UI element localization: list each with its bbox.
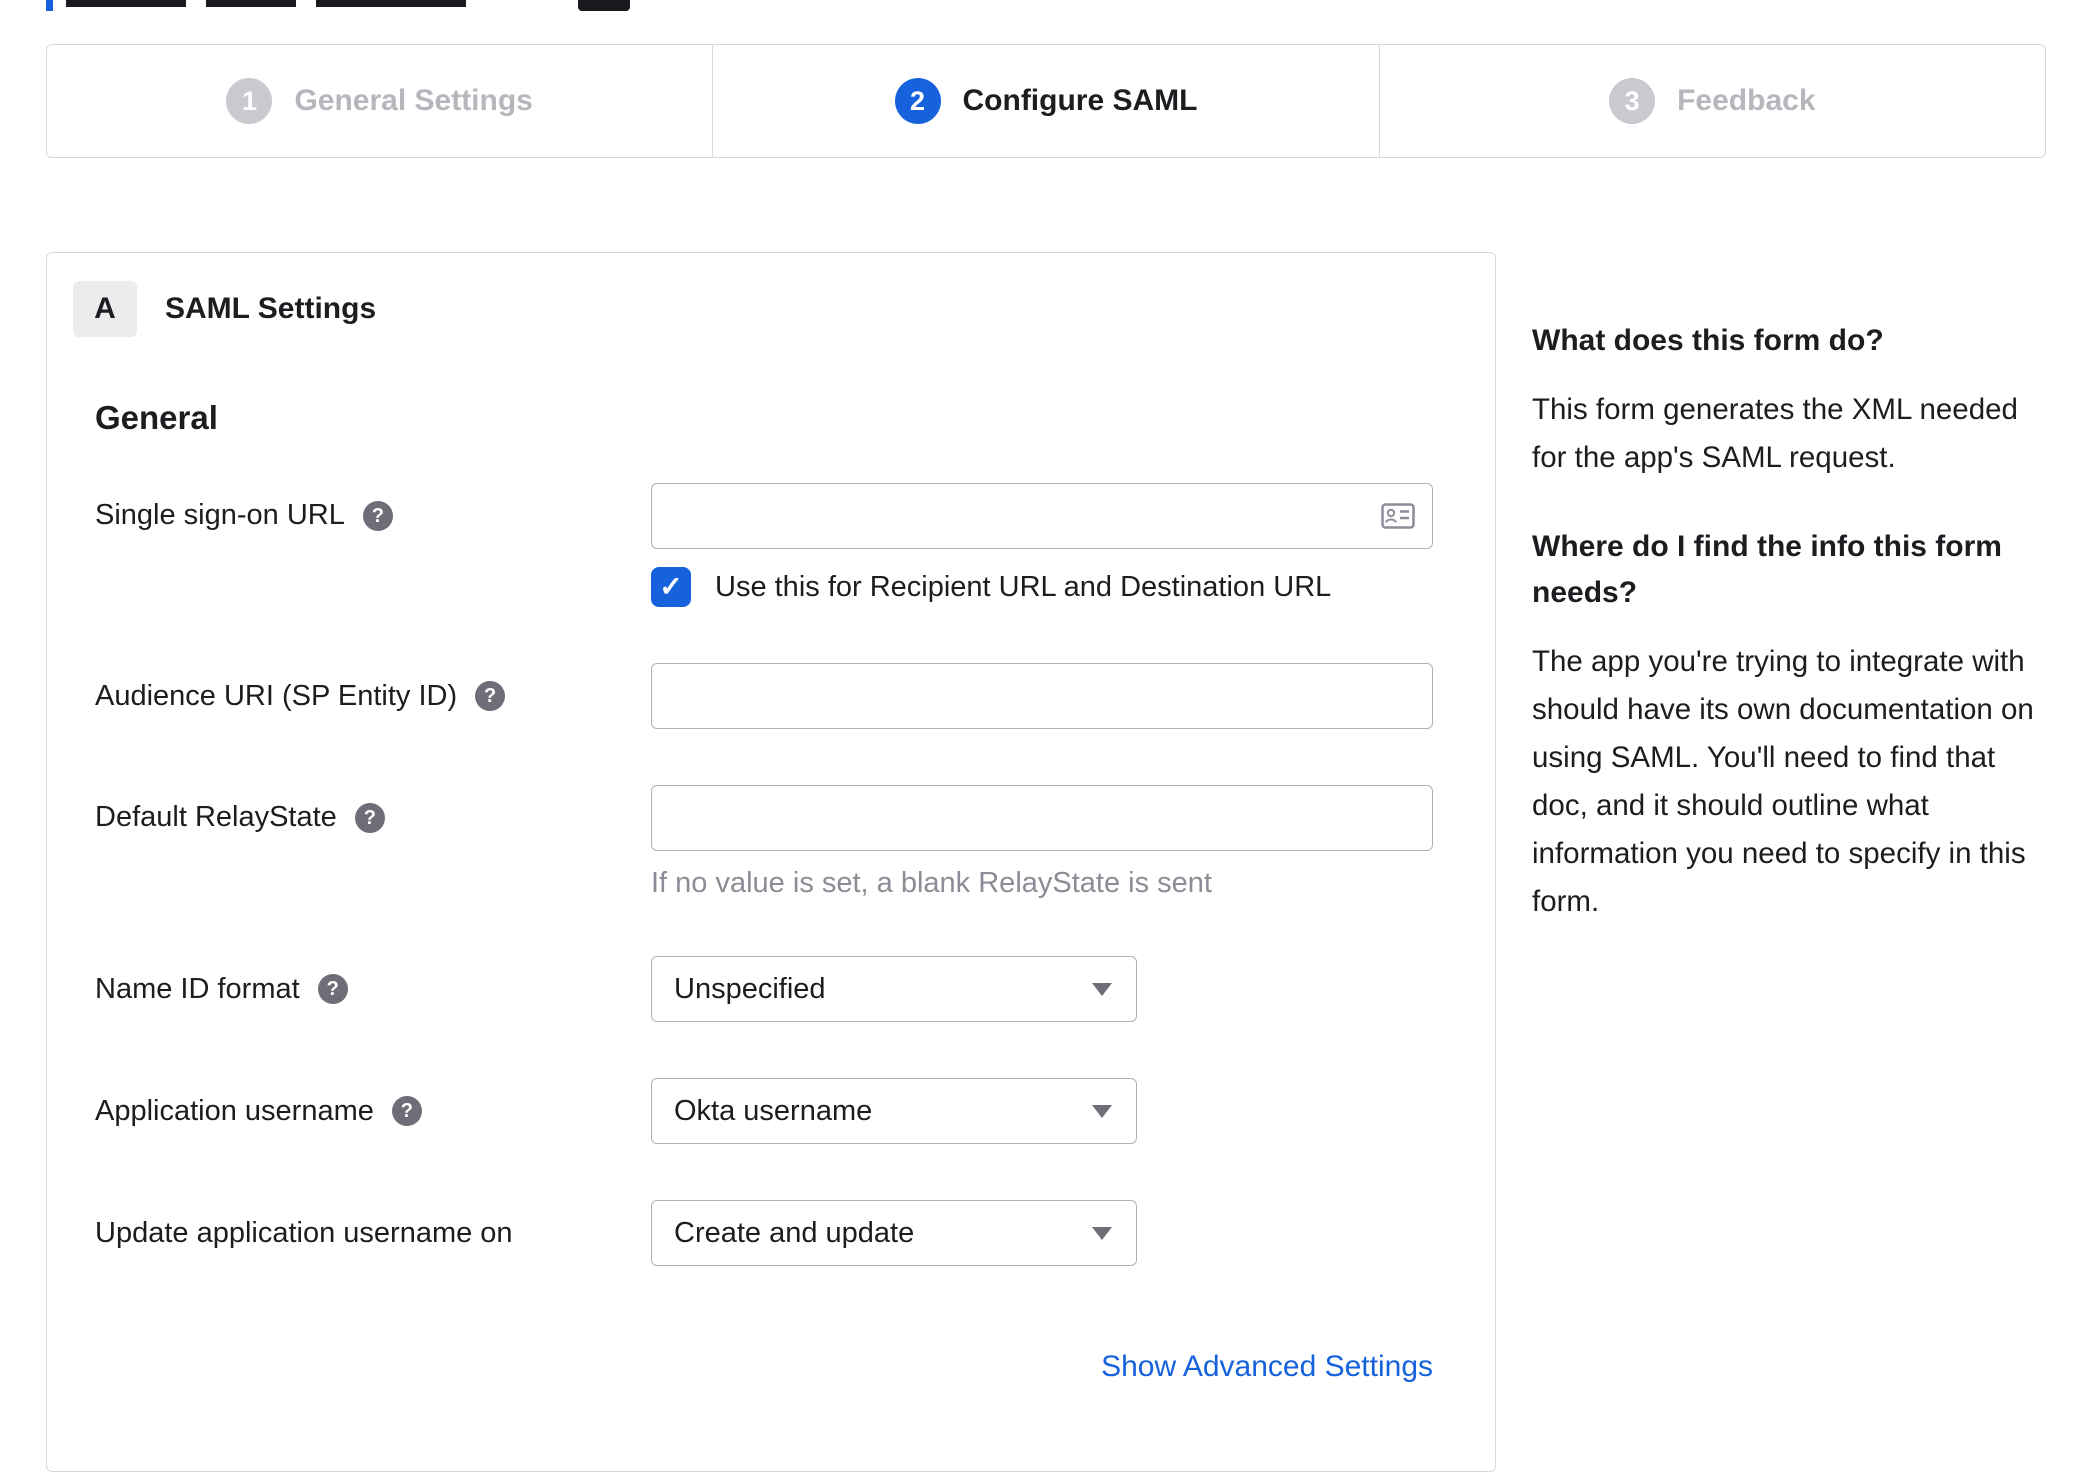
step-number-badge: 1 bbox=[226, 78, 273, 124]
recipient-url-check-row: ✓ Use this for Recipient URL and Destina… bbox=[651, 567, 1449, 607]
relay-state-control: If no value is set, a blank RelayState i… bbox=[651, 785, 1449, 900]
cropped-title-fragment bbox=[206, 0, 296, 7]
application-username-row: Application username ? Okta username bbox=[93, 1078, 1449, 1144]
help-sidebar: What does this form do? This form genera… bbox=[1532, 318, 2056, 968]
audience-uri-row: Audience URI (SP Entity ID) ? bbox=[93, 663, 1449, 729]
name-id-format-select[interactable]: Unspecified bbox=[651, 956, 1137, 1022]
cropped-title-fragment bbox=[66, 0, 186, 7]
help-answer-1: This form generates the XML needed for t… bbox=[1532, 393, 2018, 474]
name-id-format-row: Name ID format ? Unspecified bbox=[93, 956, 1449, 1022]
relay-state-help-icon[interactable]: ? bbox=[354, 802, 385, 833]
chevron-down-icon bbox=[1092, 982, 1112, 996]
name-id-format-help-icon[interactable]: ? bbox=[317, 974, 348, 1004]
saml-form: Single sign-on URL ? ✓ Use this for Reci… bbox=[93, 483, 1449, 1384]
relay-state-row: Default RelayState ? If no value is set,… bbox=[93, 785, 1449, 900]
application-username-value: Okta username bbox=[674, 1094, 873, 1127]
update-username-value: Create and update bbox=[674, 1216, 915, 1249]
application-username-label: Application username bbox=[95, 1094, 374, 1127]
name-id-format-label: Name ID format bbox=[95, 972, 300, 1005]
relay-state-input[interactable] bbox=[651, 785, 1433, 851]
audience-uri-control bbox=[651, 663, 1449, 729]
sso-url-label-wrap: Single sign-on URL ? bbox=[93, 483, 651, 532]
update-username-label-wrap: Update application username on bbox=[93, 1217, 651, 1250]
section-header: A SAML Settings bbox=[73, 281, 1449, 337]
step-label: Feedback bbox=[1677, 84, 1816, 117]
help-question-2: Where do I find the info this form needs… bbox=[1532, 530, 2002, 609]
sso-url-control: ✓ Use this for Recipient URL and Destina… bbox=[651, 483, 1449, 607]
help-question-1: What does this form do? bbox=[1532, 324, 1884, 357]
audience-uri-help-icon[interactable]: ? bbox=[475, 681, 506, 711]
step-number-badge: 3 bbox=[1609, 78, 1656, 124]
application-username-help-icon[interactable]: ? bbox=[391, 1096, 422, 1126]
advanced-settings-row: Show Advanced Settings bbox=[93, 1350, 1449, 1384]
cropped-title-accent bbox=[46, 0, 53, 11]
general-group-title: General bbox=[95, 399, 218, 436]
update-username-control: Create and update bbox=[651, 1200, 1449, 1266]
audience-uri-label-wrap: Audience URI (SP Entity ID) ? bbox=[93, 680, 651, 713]
advanced-settings-wrap: Show Advanced Settings bbox=[651, 1350, 1433, 1384]
audience-uri-input[interactable] bbox=[651, 663, 1433, 729]
cropped-app-logo-fragment bbox=[578, 0, 630, 11]
help-answer-2: The app you're trying to integrate with … bbox=[1532, 645, 2034, 918]
update-username-label: Update application username on bbox=[95, 1216, 513, 1249]
sso-url-input-wrap bbox=[651, 483, 1433, 549]
update-username-select[interactable]: Create and update bbox=[651, 1200, 1137, 1266]
show-advanced-settings-link[interactable]: Show Advanced Settings bbox=[1101, 1350, 1433, 1383]
recipient-url-checkbox-label[interactable]: Use this for Recipient URL and Destinati… bbox=[715, 571, 1331, 604]
step-number-badge: 2 bbox=[894, 78, 941, 124]
step-general-settings[interactable]: 1 General Settings bbox=[47, 45, 712, 157]
step-feedback[interactable]: 3 Feedback bbox=[1378, 45, 2045, 157]
step-configure-saml[interactable]: 2 Configure SAML bbox=[712, 45, 1378, 157]
step-label: Configure SAML bbox=[962, 84, 1198, 117]
cropped-title-fragment bbox=[316, 0, 466, 7]
saml-settings-panel: A SAML Settings General Single sign-on U… bbox=[46, 252, 1496, 1472]
relay-state-label: Default RelayState bbox=[95, 801, 337, 833]
section-title: SAML Settings bbox=[165, 292, 377, 325]
step-label: General Settings bbox=[294, 84, 533, 117]
sso-url-row: Single sign-on URL ? ✓ Use this for Reci… bbox=[93, 483, 1449, 607]
application-username-label-wrap: Application username ? bbox=[93, 1095, 651, 1128]
name-id-format-control: Unspecified bbox=[651, 956, 1449, 1022]
sso-url-input[interactable] bbox=[651, 483, 1433, 549]
name-id-format-value: Unspecified bbox=[674, 972, 826, 1005]
advanced-settings-spacer bbox=[93, 1350, 651, 1384]
name-id-format-label-wrap: Name ID format ? bbox=[93, 973, 651, 1006]
sso-url-help-icon[interactable]: ? bbox=[362, 500, 393, 531]
relay-state-hint: If no value is set, a blank RelayState i… bbox=[651, 867, 1212, 899]
sso-url-label: Single sign-on URL bbox=[95, 499, 345, 531]
audience-uri-label: Audience URI (SP Entity ID) bbox=[95, 679, 458, 712]
update-username-row: Update application username on Create an… bbox=[93, 1200, 1449, 1266]
application-username-control: Okta username bbox=[651, 1078, 1449, 1144]
wizard-stepper: 1 General Settings 2 Configure SAML 3 Fe… bbox=[46, 44, 2046, 158]
chevron-down-icon bbox=[1092, 1104, 1112, 1118]
section-a-badge: A bbox=[73, 281, 137, 337]
chevron-down-icon bbox=[1092, 1226, 1112, 1240]
application-username-select[interactable]: Okta username bbox=[651, 1078, 1137, 1144]
recipient-url-checkbox[interactable]: ✓ bbox=[651, 567, 691, 607]
relay-state-label-wrap: Default RelayState ? bbox=[93, 785, 651, 834]
